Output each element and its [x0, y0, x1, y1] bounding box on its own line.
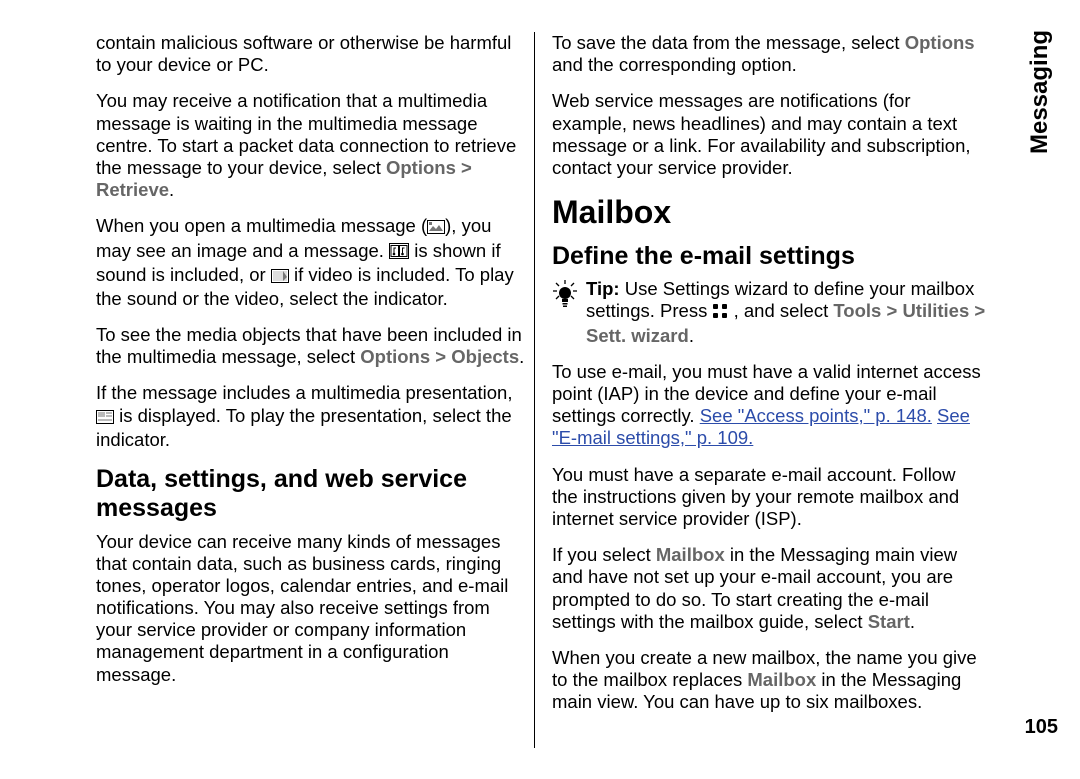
para: When you open a multimedia message ( ), …	[96, 215, 530, 310]
video-icon	[271, 266, 289, 288]
para: You may receive a notification that a mu…	[96, 90, 530, 201]
option-label: Start	[868, 611, 910, 632]
manual-page: contain malicious software or otherwise …	[0, 0, 1080, 779]
column-divider	[534, 32, 535, 748]
right-column: To save the data from the message, selec…	[552, 32, 986, 748]
option-label: Utilities	[902, 300, 969, 321]
menu-key-icon	[712, 302, 728, 324]
option-label: Mailbox	[747, 669, 816, 690]
text: If the message includes a multimedia pre…	[96, 382, 512, 403]
separator: >	[969, 300, 985, 321]
text: If you select	[552, 544, 656, 565]
chapter-side-tab: Messaging	[1025, 18, 1055, 166]
text: is displayed. To play the presentation, …	[96, 405, 512, 450]
tip-callout: Tip: Use Settings wizard to define your …	[552, 278, 986, 347]
text: .	[689, 325, 694, 346]
page-number: 105	[1025, 716, 1058, 739]
para: Your device can receive many kinds of me…	[96, 531, 530, 686]
para: contain malicious software or otherwise …	[96, 32, 530, 76]
presentation-icon	[96, 407, 114, 429]
text: and the corresponding option.	[552, 54, 797, 75]
subsection-heading: Define the e-mail settings	[552, 242, 986, 271]
photo-icon	[427, 217, 445, 239]
option-label: Tools	[833, 300, 881, 321]
text: .	[519, 346, 524, 367]
text: .	[910, 611, 915, 632]
para: If the message includes a multimedia pre…	[96, 382, 530, 451]
text: When you open a multimedia message (	[96, 215, 427, 236]
para: If you select Mailbox in the Messaging m…	[552, 544, 986, 633]
option-label: Options	[360, 346, 430, 367]
left-column: contain malicious software or otherwise …	[96, 32, 530, 748]
chapter-label: Messaging	[1026, 30, 1054, 154]
option-label: Options	[905, 32, 975, 53]
section-heading: Data, settings, and web service messages	[96, 465, 530, 523]
text: To save the data from the message, selec…	[552, 32, 905, 53]
para: To save the data from the message, selec…	[552, 32, 986, 76]
tip-label: Tip:	[586, 278, 620, 299]
para: Web service messages are notifications (…	[552, 90, 986, 179]
audio-icon	[389, 242, 409, 264]
two-column-layout: contain malicious software or otherwise …	[96, 32, 988, 748]
section-heading: Mailbox	[552, 193, 986, 231]
separator: >	[430, 346, 451, 367]
option-label: Mailbox	[656, 544, 725, 565]
text: , and select	[728, 300, 833, 321]
para: To use e-mail, you must have a valid int…	[552, 361, 986, 450]
option-label: Retrieve	[96, 179, 169, 200]
tip-text: Tip: Use Settings wizard to define your …	[586, 278, 986, 347]
option-label: Sett. wizard	[586, 325, 689, 346]
para: To see the media objects that have been …	[96, 324, 530, 368]
text: .	[169, 179, 174, 200]
para: When you create a new mailbox, the name …	[552, 647, 986, 714]
option-label: Options	[386, 157, 456, 178]
separator: >	[881, 300, 902, 321]
option-label: Objects	[451, 346, 519, 367]
cross-reference-link[interactable]: See "Access points," p. 148.	[700, 405, 932, 426]
para: You must have a separate e-mail account.…	[552, 464, 986, 531]
tip-icon-container	[552, 278, 578, 347]
separator: >	[456, 157, 472, 178]
lightbulb-icon	[552, 280, 578, 310]
